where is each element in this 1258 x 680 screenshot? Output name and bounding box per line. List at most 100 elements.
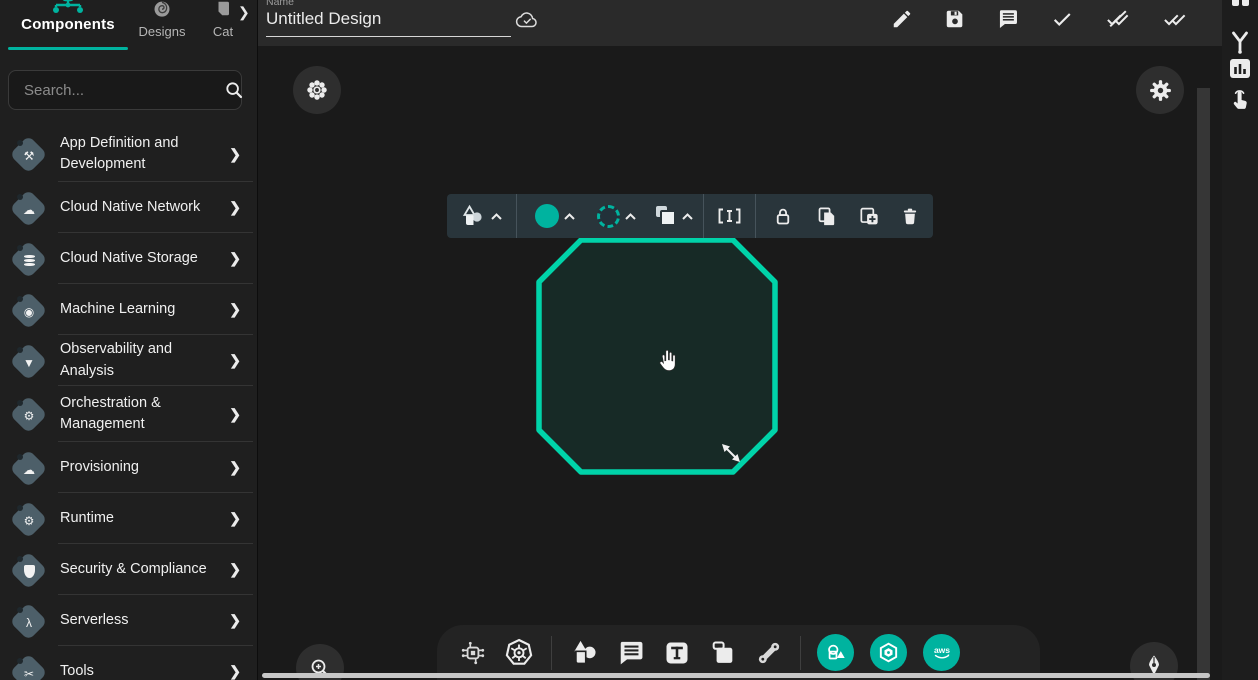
stroke-style-button[interactable] (588, 205, 646, 228)
chevron-right-icon: ❯ (229, 663, 241, 680)
double-check-icon[interactable] (1162, 8, 1188, 30)
category-label: Cloud Native Storage (50, 248, 228, 269)
category-security[interactable]: Security & Compliance ❯ (0, 544, 257, 595)
hexagon-library-button[interactable] (870, 634, 907, 671)
delete-button[interactable] (890, 205, 935, 228)
tab-components[interactable]: Components (8, 0, 128, 34)
canvas-settings-button[interactable] (1136, 66, 1184, 114)
lock-icon (771, 205, 795, 228)
chevron-right-icon: ❯ (229, 612, 241, 629)
components-icon (8, 0, 128, 14)
chevron-right-icon: ❯ (229, 510, 241, 527)
category-label: Machine Learning (50, 299, 228, 320)
category-label: Observability and Analysis (50, 339, 228, 381)
right-toolbar-rail (1222, 0, 1258, 680)
header-actions (891, 8, 1188, 30)
shapes-menu-button[interactable] (447, 204, 516, 228)
category-tools[interactable]: ✂ Tools ❯ (0, 646, 257, 680)
chevron-right-icon: ❯ (229, 146, 241, 163)
category-cloud-native-network[interactable]: ☁ Cloud Native Network ❯ (0, 182, 257, 233)
check-icon[interactable] (1050, 8, 1074, 30)
copy-add-button[interactable] (848, 205, 890, 228)
bottom-dock: aws (437, 625, 1040, 680)
chevron-right-icon: ❯ (229, 250, 241, 267)
chevron-up-icon (624, 212, 637, 221)
flower-icon (304, 77, 330, 103)
shapes-library-icon (825, 642, 847, 664)
category-label: Runtime (50, 508, 228, 529)
grid-icon[interactable] (1222, 0, 1258, 6)
resize-width-button[interactable] (704, 205, 755, 227)
category-label: App Definition and Development (50, 133, 228, 175)
kubernetes-icon[interactable] (504, 638, 534, 668)
note-icon[interactable] (709, 639, 737, 667)
y-merge-icon[interactable] (1222, 30, 1258, 56)
chevron-right-icon: ❯ (229, 459, 241, 476)
category-observability[interactable]: ▼ Observability and Analysis ❯ (0, 335, 257, 386)
category-cloud-native-storage[interactable]: Cloud Native Storage ❯ (0, 233, 257, 284)
tab-designs[interactable]: Designs (132, 0, 192, 41)
link-icon[interactable] (755, 639, 783, 667)
trash-icon (899, 205, 921, 228)
category-label: Security & Compliance (50, 559, 228, 580)
category-label: Orchestration & Management (50, 393, 228, 435)
category-label: Provisioning (50, 457, 228, 478)
search-icon[interactable] (223, 79, 245, 101)
resize-width-icon (716, 205, 743, 227)
canvas-top-left-button[interactable] (293, 66, 341, 114)
chevron-right-icon: ❯ (229, 406, 241, 423)
shapes-icon[interactable] (569, 638, 599, 668)
tab-components-label: Components (21, 16, 115, 33)
shape-context-toolbar (447, 194, 933, 238)
cloud-done-icon (514, 9, 540, 33)
copy-button[interactable] (806, 205, 848, 228)
category-app-definition[interactable]: ⚒ App Definition and Development ❯ (0, 126, 257, 182)
machine-learning-tag-icon: ◉ (6, 288, 50, 332)
text-icon[interactable] (663, 639, 691, 667)
design-name-input[interactable] (266, 9, 511, 37)
stroke-style-swatch (597, 205, 620, 228)
name-field-label: Name (266, 0, 294, 8)
category-orchestration[interactable]: ⚙ Orchestration & Management ❯ (0, 386, 257, 442)
security-tag-icon (6, 548, 50, 592)
edit-icon[interactable] (891, 8, 913, 30)
chevron-right-icon: ❯ (229, 301, 241, 318)
comment-icon[interactable] (617, 639, 645, 667)
search-input[interactable] (9, 82, 223, 99)
category-serverless[interactable]: λ Serverless ❯ (0, 595, 257, 646)
save-icon[interactable] (944, 8, 966, 30)
fill-color-button[interactable] (517, 204, 588, 228)
chevron-up-icon (490, 212, 503, 221)
provisioning-tag-icon: ☁ (6, 446, 50, 490)
observability-tag-icon: ▼ (6, 339, 50, 383)
app-definition-tag-icon: ⚒ (6, 132, 50, 176)
layers-button[interactable] (646, 205, 703, 227)
bar-chart-icon[interactable] (1222, 58, 1258, 80)
shapes-library-button[interactable] (817, 634, 854, 671)
orchestration-tag-icon: ⚙ (6, 392, 50, 436)
chevron-right-icon[interactable]: ❯ (238, 4, 250, 21)
aws-library-button[interactable]: aws (923, 634, 960, 671)
double-check-slash-icon[interactable] (1105, 8, 1131, 30)
comment-icon[interactable] (997, 8, 1019, 30)
active-tab-underline (8, 47, 128, 50)
category-provisioning[interactable]: ☁ Provisioning ❯ (0, 442, 257, 493)
copy-icon (815, 205, 839, 228)
horizontal-scrollbar[interactable] (262, 673, 1210, 678)
storage-tag-icon (6, 237, 50, 281)
category-machine-learning[interactable]: ◉ Machine Learning ❯ (0, 284, 257, 335)
chevron-right-icon: ❯ (229, 199, 241, 216)
vertical-scrollbar[interactable] (1197, 88, 1210, 680)
chip-icon[interactable] (460, 640, 486, 666)
layers-icon (655, 205, 677, 227)
category-runtime[interactable]: ⚙ Runtime ❯ (0, 493, 257, 544)
svg-text:aws: aws (933, 645, 949, 655)
chevron-right-icon: ❯ (229, 561, 241, 578)
chevron-up-icon (563, 212, 576, 221)
category-label: Cloud Native Network (50, 197, 228, 218)
tab-catalog-label: Cat (213, 24, 233, 39)
lock-button[interactable] (756, 205, 806, 228)
touch-icon[interactable] (1222, 88, 1258, 116)
component-search (8, 70, 242, 110)
resize-handle[interactable] (718, 440, 744, 466)
